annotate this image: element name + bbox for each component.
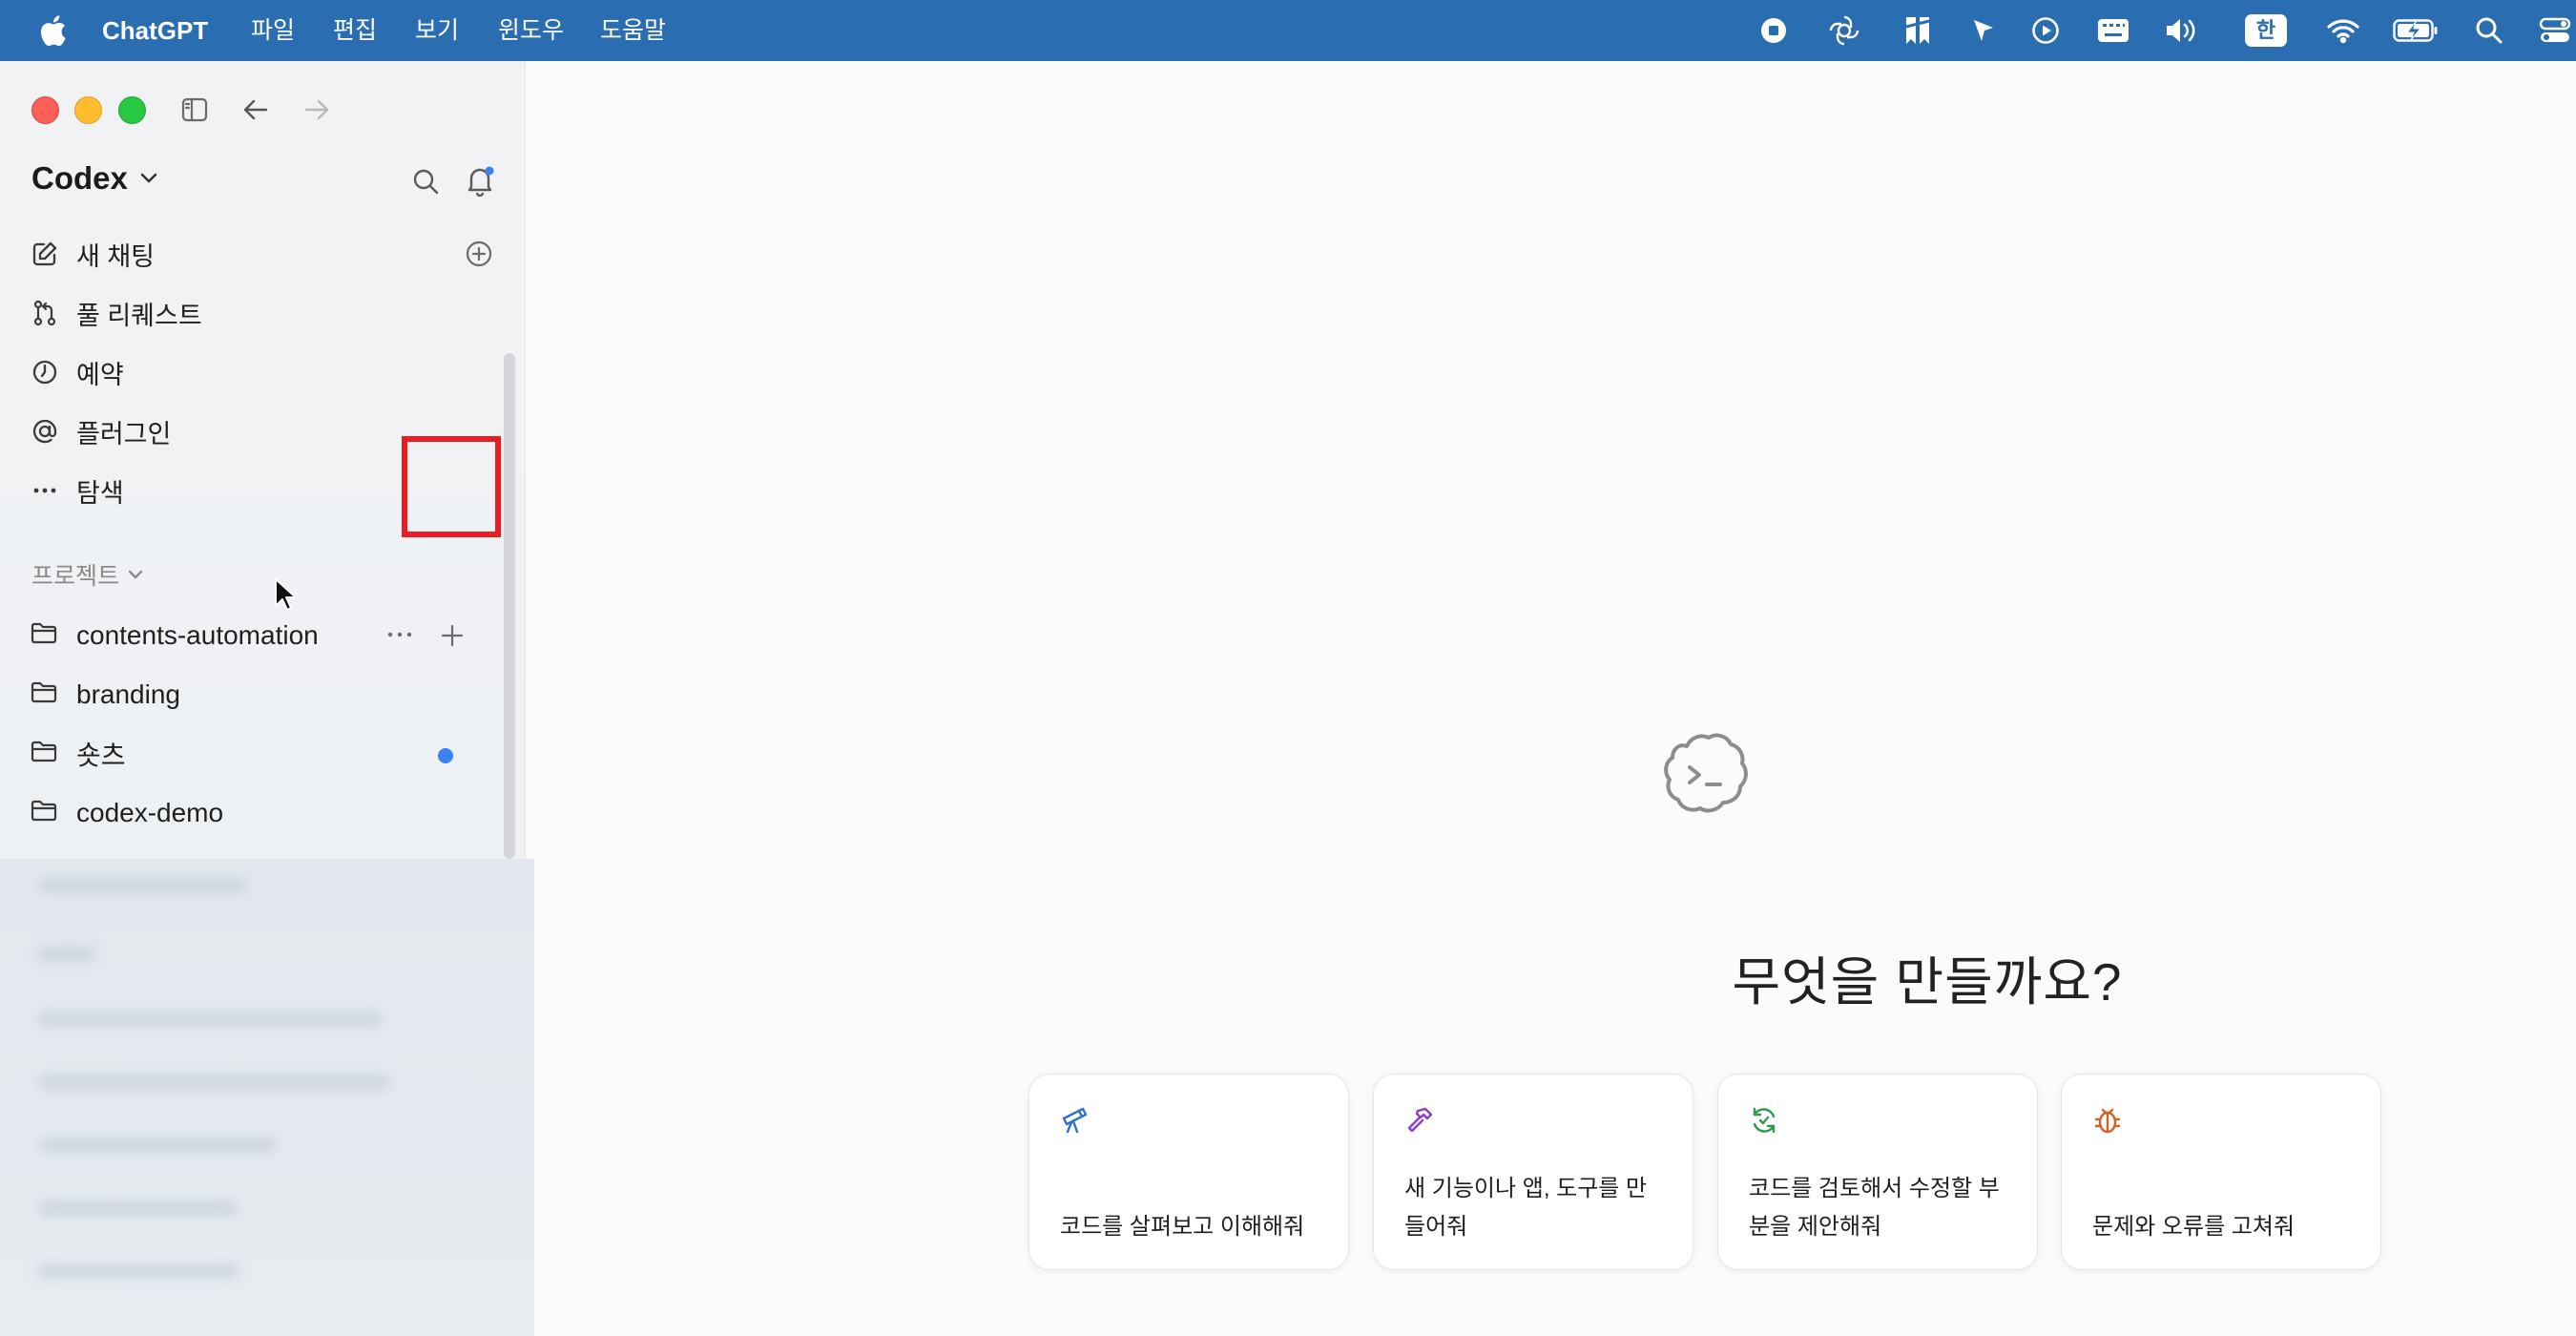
menu-app-name[interactable]: ChatGPT bbox=[102, 0, 208, 61]
telescope-icon bbox=[1060, 1105, 1091, 1136]
play-circle-icon[interactable] bbox=[2029, 13, 2062, 48]
highlight-annotation-box bbox=[402, 436, 501, 537]
nav-label: 새 채팅 bbox=[76, 241, 156, 271]
new-chat-plus-circle-icon[interactable] bbox=[462, 237, 496, 271]
spotlight-search-icon[interactable] bbox=[2474, 13, 2504, 48]
project-item-branding[interactable]: branding bbox=[31, 676, 180, 714]
refresh-check-icon bbox=[1749, 1105, 1779, 1136]
mouse-cursor-icon bbox=[275, 578, 297, 611]
nav-label: 탐색 bbox=[76, 478, 124, 508]
card-text: 코드를 검토해서 수정할 부분을 제안해줘 bbox=[1749, 1176, 2000, 1240]
project-label: branding bbox=[76, 679, 180, 709]
compose-icon bbox=[31, 240, 59, 268]
pull-request-icon bbox=[31, 299, 59, 327]
bookmark-app-icon[interactable] bbox=[1901, 13, 1934, 48]
menu-view[interactable]: 보기 bbox=[415, 0, 459, 61]
suggestion-card-review-code[interactable]: 코드를 검토해서 수정할 부분을 제안해줘 bbox=[1717, 1074, 2038, 1270]
main-panel: 무엇을 만들까요? 코드를 살펴보고 이해해줘 새 기능이나 앱, 도구를 만들… bbox=[534, 61, 2576, 1336]
menu-bar: ChatGPT 파일 편집 보기 윈도우 도움말 한 bbox=[0, 0, 2576, 61]
openai-icon[interactable] bbox=[1827, 13, 1861, 48]
clock-icon bbox=[31, 358, 59, 386]
card-text: 문제와 오류를 고쳐줘 bbox=[2092, 1214, 2296, 1240]
ellipsis-icon bbox=[31, 476, 59, 505]
stop-record-icon[interactable] bbox=[1758, 13, 1789, 48]
battery-charging-icon[interactable] bbox=[2392, 13, 2440, 48]
project-item-shorts[interactable]: 숏츠 bbox=[31, 735, 126, 773]
app-window: Codex 새 채팅 풀 리퀘스트 예약 플러그인 탐색 프로젝트 conten… bbox=[0, 61, 2576, 1336]
ime-icon[interactable]: 한 bbox=[2245, 14, 2287, 47]
suggestion-card-build-feature[interactable]: 새 기능이나 앱, 도구를 만들어줘 bbox=[1373, 1074, 1693, 1270]
chevron-down-icon bbox=[128, 570, 143, 579]
project-item-codex-demo[interactable]: codex-demo bbox=[31, 794, 223, 832]
control-center-icon[interactable] bbox=[2538, 13, 2572, 48]
menu-help[interactable]: 도움말 bbox=[600, 0, 666, 61]
nav-explore[interactable]: 탐색 bbox=[31, 471, 124, 510]
suggestion-card-fix-bugs[interactable]: 문제와 오류를 고쳐줘 bbox=[2061, 1074, 2381, 1270]
unread-indicator-dot bbox=[438, 748, 453, 763]
keyboard-icon[interactable] bbox=[2096, 13, 2130, 48]
nav-label: 예약 bbox=[76, 360, 124, 389]
nav-plugins[interactable]: 플러그인 bbox=[31, 412, 171, 450]
card-text: 새 기능이나 앱, 도구를 만들어줘 bbox=[1404, 1176, 1648, 1240]
nav-schedule[interactable]: 예약 bbox=[31, 353, 124, 391]
workspace-title: Codex bbox=[31, 160, 128, 196]
wifi-icon[interactable] bbox=[2325, 13, 2361, 48]
notification-bell-icon[interactable] bbox=[462, 162, 498, 198]
codex-logo-icon bbox=[1655, 727, 1751, 827]
zoom-window-button[interactable] bbox=[118, 96, 146, 124]
menu-window[interactable]: 윈도우 bbox=[498, 0, 564, 61]
forward-arrow-icon[interactable] bbox=[301, 94, 333, 126]
project-label: 숏츠 bbox=[76, 741, 126, 770]
folder-icon bbox=[31, 679, 57, 711]
projects-section-label: 프로젝트 bbox=[31, 563, 120, 590]
minimize-window-button[interactable] bbox=[74, 96, 102, 124]
nav-new-chat[interactable]: 새 채팅 bbox=[31, 235, 155, 273]
projects-more-options-icon[interactable] bbox=[384, 620, 416, 649]
project-item-contents-automation[interactable]: contents-automation bbox=[31, 616, 319, 655]
sidebar-scrollbar[interactable] bbox=[504, 353, 515, 859]
toggle-sidebar-icon[interactable] bbox=[178, 94, 211, 126]
suggestion-card-explore-code[interactable]: 코드를 살펴보고 이해해줘 bbox=[1028, 1074, 1349, 1270]
menu-edit[interactable]: 편집 bbox=[333, 0, 377, 61]
project-label: codex-demo bbox=[76, 798, 224, 827]
hammer-icon bbox=[1404, 1105, 1435, 1136]
chevron-down-icon bbox=[140, 173, 157, 183]
bug-icon bbox=[2092, 1105, 2123, 1136]
blurred-sidebar-region bbox=[0, 859, 534, 1336]
folder-icon bbox=[31, 739, 57, 770]
nav-label: 풀 리퀘스트 bbox=[76, 301, 202, 330]
project-label: contents-automation bbox=[76, 620, 319, 650]
folder-icon bbox=[31, 798, 57, 829]
projects-section-toggle[interactable]: 프로젝트 bbox=[31, 557, 144, 592]
workspace-switcher[interactable]: Codex bbox=[31, 160, 158, 197]
apple-menu-icon[interactable] bbox=[38, 13, 67, 48]
nav-label: 플러그인 bbox=[76, 419, 172, 449]
folder-icon bbox=[31, 620, 57, 652]
add-project-plus-icon[interactable] bbox=[435, 618, 469, 653]
volume-icon[interactable] bbox=[2163, 13, 2203, 48]
search-icon[interactable] bbox=[408, 164, 443, 198]
page-title: 무엇을 만들까요? bbox=[1732, 952, 2123, 1012]
close-window-button[interactable] bbox=[31, 96, 59, 124]
at-sign-icon bbox=[31, 417, 59, 446]
back-arrow-icon[interactable] bbox=[239, 94, 272, 126]
card-text: 코드를 살펴보고 이해해줘 bbox=[1060, 1214, 1305, 1240]
menu-file[interactable]: 파일 bbox=[251, 0, 295, 61]
nav-pull-requests[interactable]: 풀 리퀘스트 bbox=[31, 294, 202, 332]
location-arrow-icon[interactable] bbox=[1968, 13, 1999, 48]
